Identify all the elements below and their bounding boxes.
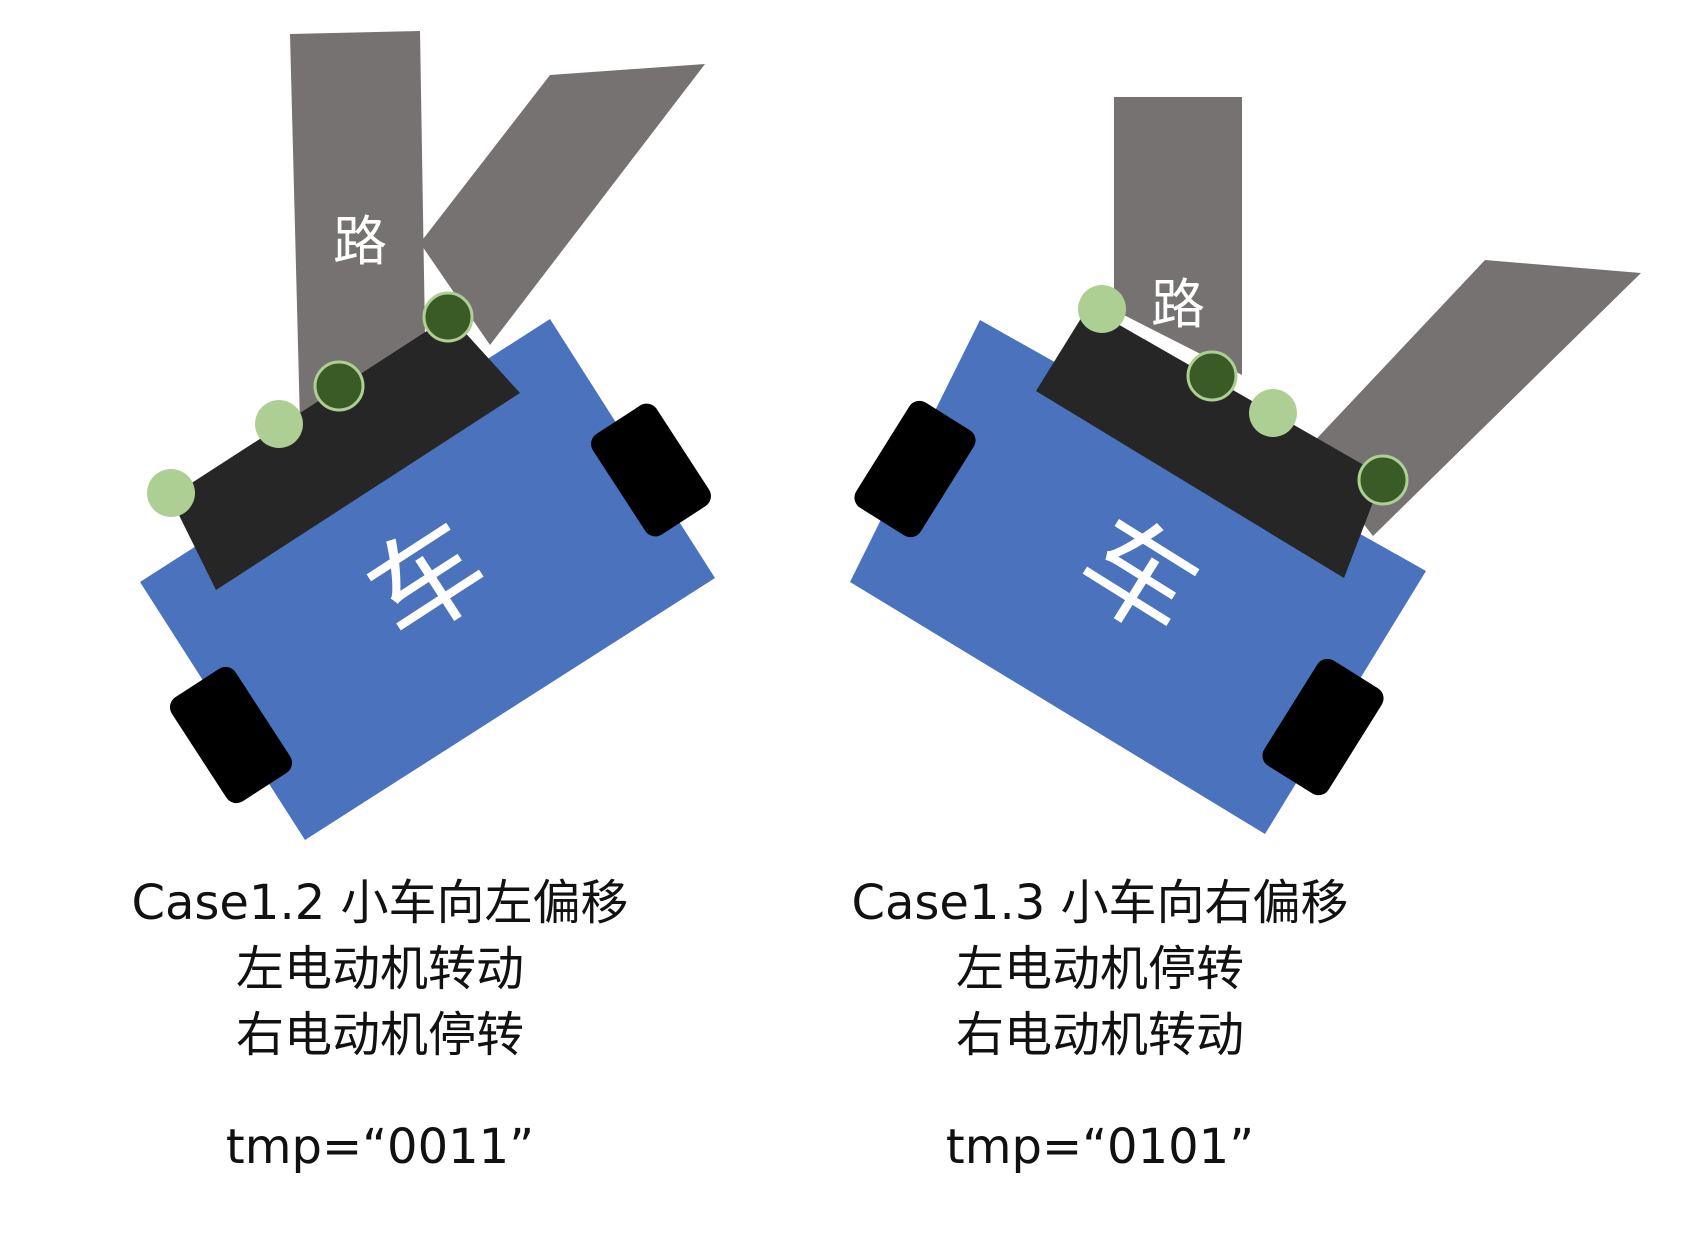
left-motor-status: 左电动机转动	[235, 941, 524, 997]
caption-right: Case1.3 小车向右偏移 左电动机停转 右电动机转动 tmp=“0101”	[815, 870, 1385, 1180]
case-title: Case1.2 小车向左偏移	[131, 875, 629, 931]
sensor-1	[147, 469, 195, 517]
left-motor-status: 左电动机停转	[955, 941, 1244, 997]
sensor-4	[422, 291, 474, 343]
case-title: Case1.3 小车向右偏移	[851, 875, 1349, 931]
sensor-3	[1249, 389, 1297, 437]
sensor-2	[1186, 350, 1238, 402]
caption-left: Case1.2 小车向左偏移 左电动机转动 右电动机停转 tmp=“0011”	[95, 870, 665, 1180]
tmp-value: tmp=“0011”	[225, 1119, 535, 1175]
sensor-2	[255, 400, 303, 448]
sensor-4	[1357, 454, 1409, 506]
panel-left: 路 车	[140, 31, 715, 840]
sensor-3	[313, 360, 365, 412]
panel-right: 路 车	[850, 97, 1641, 834]
road-label: 路	[333, 210, 387, 273]
road-label: 路	[1151, 273, 1205, 336]
right-motor-status: 右电动机停转	[235, 1007, 524, 1063]
sensor-1	[1078, 285, 1126, 333]
tmp-value: tmp=“0101”	[945, 1119, 1255, 1175]
right-motor-status: 右电动机转动	[955, 1007, 1244, 1063]
